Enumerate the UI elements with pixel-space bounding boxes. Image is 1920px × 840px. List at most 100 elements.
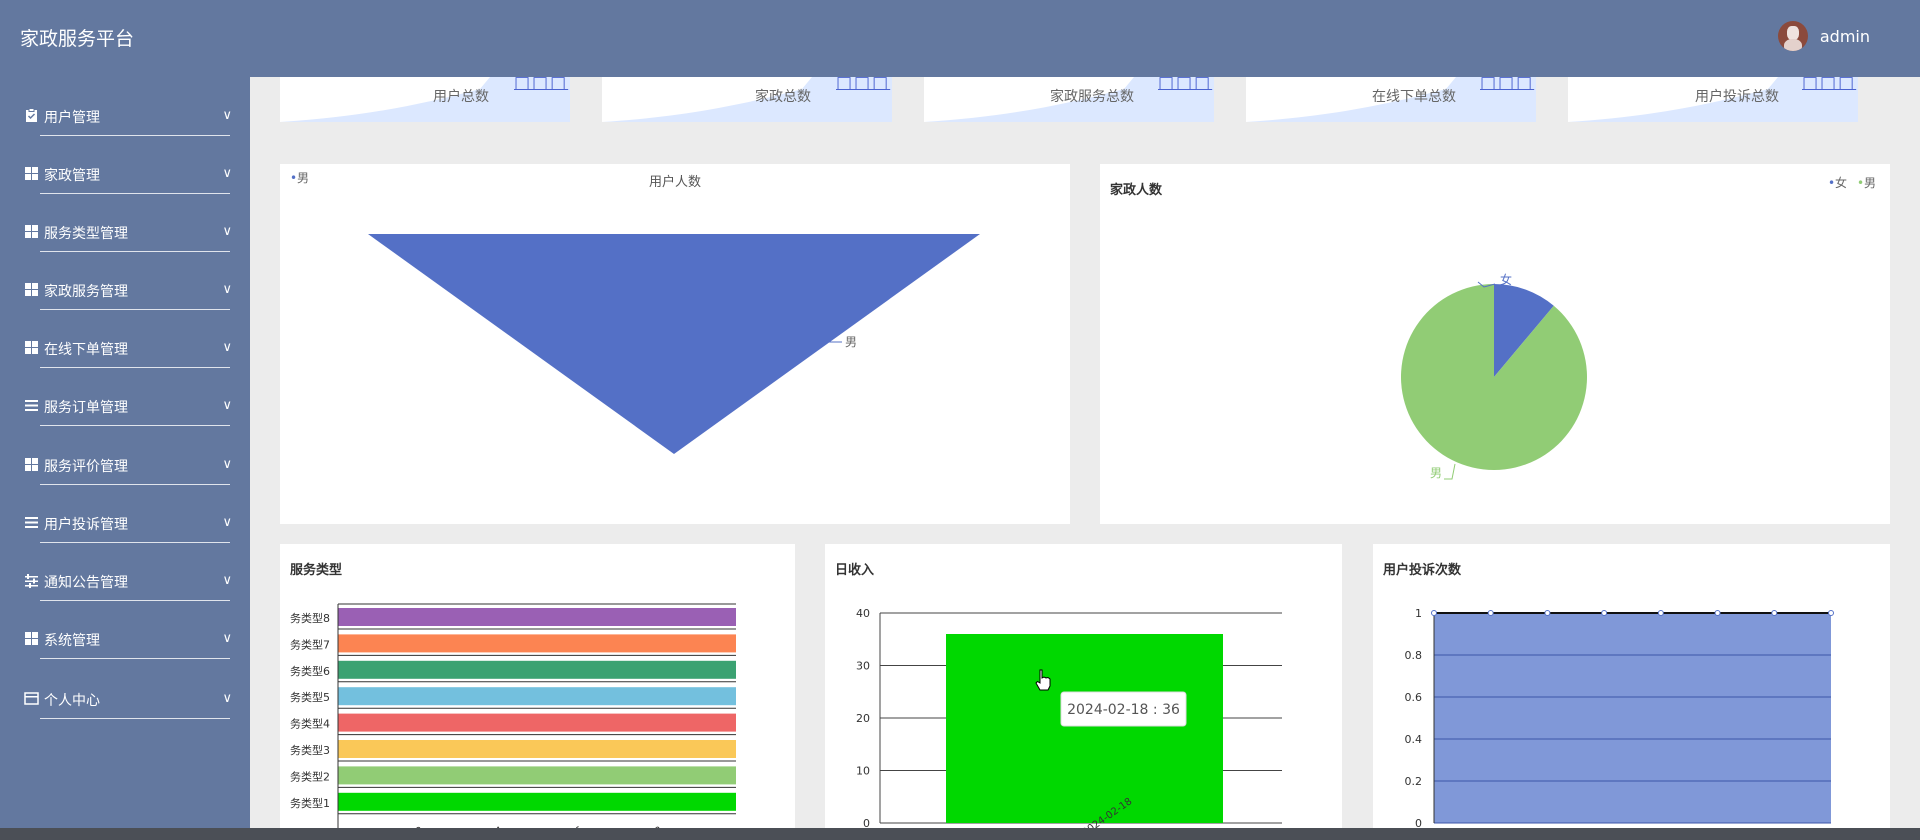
y-tick-label: 0.4 (1405, 733, 1423, 746)
bar-8[interactable] (338, 608, 736, 626)
pie-slice-2[interactable] (1401, 284, 1587, 470)
sidebar-item-label: 服务订单管理 (44, 400, 128, 416)
bar-2[interactable] (338, 766, 736, 785)
daily-income-chart: 日收入 0 10 20 30 40 2024-02-18 2024-02-18 : 36 (825, 544, 1342, 840)
grid-icon (25, 283, 38, 296)
grid-icon (25, 458, 38, 471)
sidebar-item-4[interactable]: 家政服务管理 ∨ (0, 270, 250, 310)
legend-item-male[interactable]: 男 (297, 171, 309, 185)
divider (40, 309, 230, 310)
divider (40, 425, 230, 426)
y-tick-label: 0.2 (1405, 775, 1423, 788)
category-label: 务类型2 (290, 769, 330, 783)
window-icon (24, 692, 39, 705)
chevron-down-icon: ∨ (222, 631, 232, 646)
area-fill (1434, 613, 1831, 823)
divider (40, 193, 230, 194)
legend-item-male[interactable]: 男 (1864, 176, 1876, 190)
horizontal-bar-chart[interactable]: 务类型1务类型2务类型3务类型4务类型5务类型6务类型7务类型800.20.40… (280, 544, 795, 840)
area-chart[interactable]: 00.20.40.60.8112345678 (1373, 544, 1890, 840)
chevron-down-icon: ∨ (222, 457, 232, 472)
chevron-down-icon: ∨ (222, 282, 232, 297)
chevron-down-icon: ∨ (222, 340, 232, 355)
sidebar-item-label: 服务评价管理 (44, 459, 128, 475)
app-title: 家政服务平台 (20, 28, 135, 50)
bar-4[interactable] (338, 713, 736, 732)
category-label: 务类型5 (290, 690, 330, 704)
sidebar-item-label: 用户管理 (44, 110, 100, 126)
username[interactable]: admin (1820, 27, 1870, 46)
pie-slices (1401, 284, 1587, 470)
sidebar-item-label: 系统管理 (44, 633, 100, 649)
sidebar-item-6[interactable]: 服务订单管理 ∨ (0, 386, 250, 426)
complaint-count-chart: 用户投诉次数 00.20.40.60.8112345678 (1373, 544, 1890, 840)
pie-label-male: 男 (1430, 466, 1442, 480)
sidebar-item-8[interactable]: 用户投诉管理 ∨ (0, 503, 250, 543)
bar-6[interactable] (338, 660, 736, 679)
stat-card[interactable]: 家政总数 □□□ (602, 77, 892, 122)
funnel-label-male: 男 (845, 335, 857, 349)
y-tick-label: 1 (1415, 607, 1422, 620)
bar-7[interactable] (338, 634, 736, 653)
chevron-down-icon: ∨ (222, 224, 232, 239)
divider (40, 718, 230, 719)
funnel-chart[interactable]: • 男 用户人数 男 (280, 164, 1070, 524)
user-menu[interactable]: admin (1777, 21, 1870, 51)
divider (40, 600, 230, 601)
pie-label-female: 女 (1500, 272, 1512, 287)
bar-5[interactable] (338, 687, 736, 706)
category-label: 务类型4 (290, 717, 330, 731)
stat-card[interactable]: 用户总数 □□□ (280, 77, 570, 122)
category-label: 务类型1 (290, 796, 330, 810)
sliders-icon (25, 574, 38, 588)
stat-card[interactable]: 家政服务总数 □□□ (924, 77, 1214, 122)
data-point-4[interactable] (1601, 610, 1608, 616)
funnel-segment-male[interactable] (368, 234, 980, 454)
bar-1[interactable] (338, 792, 736, 811)
data-point-7[interactable] (1771, 610, 1778, 616)
data-point-3[interactable] (1544, 610, 1551, 616)
bar-3[interactable] (338, 740, 736, 758)
legend-item-female[interactable]: 女 (1835, 175, 1847, 190)
sidebar-item-11[interactable]: 个人中心 ∨ (0, 679, 250, 719)
list-icon (25, 400, 38, 411)
bar-1[interactable] (946, 634, 1223, 823)
data-point-5[interactable] (1657, 610, 1664, 616)
sidebar-item-label: 用户投诉管理 (44, 517, 128, 533)
grid-icon (25, 167, 38, 180)
stat-value: □□□ (1158, 77, 1213, 93)
bar-chart[interactable]: 0102030402024-02-182024-02-18 : 36 (825, 544, 1342, 840)
sidebar: 用户管理 ∨ 家政管理 ∨ 服务类型管理 ∨ 家政服务管理 ∨ 在线下单管理 ∨ 服务订单管理 ∨ 服务… (0, 77, 250, 840)
stat-label: 家政服务总数 (1050, 89, 1134, 105)
data-point-6[interactable] (1714, 610, 1721, 616)
data-point-8[interactable] (1828, 610, 1834, 616)
sidebar-item-7[interactable]: 服务评价管理 ∨ (0, 445, 250, 485)
divider (40, 484, 230, 485)
stat-value: □□□ (514, 77, 569, 93)
category-label: 务类型3 (290, 743, 330, 757)
sidebar-item-9[interactable]: 通知公告管理 ∨ (0, 561, 250, 601)
y-tick-label: 40 (856, 607, 870, 620)
divider (40, 367, 230, 368)
stat-value: □□□ (1802, 77, 1857, 93)
data-point-1[interactable] (1431, 610, 1437, 616)
user-count-chart: • 男 用户人数 男 (280, 164, 1070, 524)
sidebar-item-1[interactable]: 用户管理 ∨ (0, 96, 250, 136)
stat-card[interactable]: 用户投诉总数 □□□ (1568, 77, 1858, 122)
stat-value: □□□ (836, 77, 891, 93)
stat-card[interactable]: 在线下单总数 □□□ (1246, 77, 1536, 122)
sidebar-item-label: 服务类型管理 (44, 226, 128, 242)
housekeeper-count-chart: 家政人数 • 女 • 男 女 男 (1100, 164, 1890, 524)
data-point-2[interactable] (1487, 610, 1494, 616)
sidebar-item-label: 通知公告管理 (44, 575, 128, 591)
chevron-down-icon: ∨ (222, 108, 232, 123)
sidebar-item-5[interactable]: 在线下单管理 ∨ (0, 328, 250, 368)
divider (40, 251, 230, 252)
chevron-down-icon: ∨ (222, 691, 232, 706)
chart-title: 用户人数 (649, 174, 701, 190)
sidebar-item-3[interactable]: 服务类型管理 ∨ (0, 212, 250, 252)
sidebar-item-10[interactable]: 系统管理 ∨ (0, 619, 250, 659)
sidebar-item-2[interactable]: 家政管理 ∨ (0, 154, 250, 194)
avatar[interactable] (1777, 21, 1808, 51)
pie-chart[interactable]: • 女 • 男 女 男 (1100, 164, 1890, 524)
